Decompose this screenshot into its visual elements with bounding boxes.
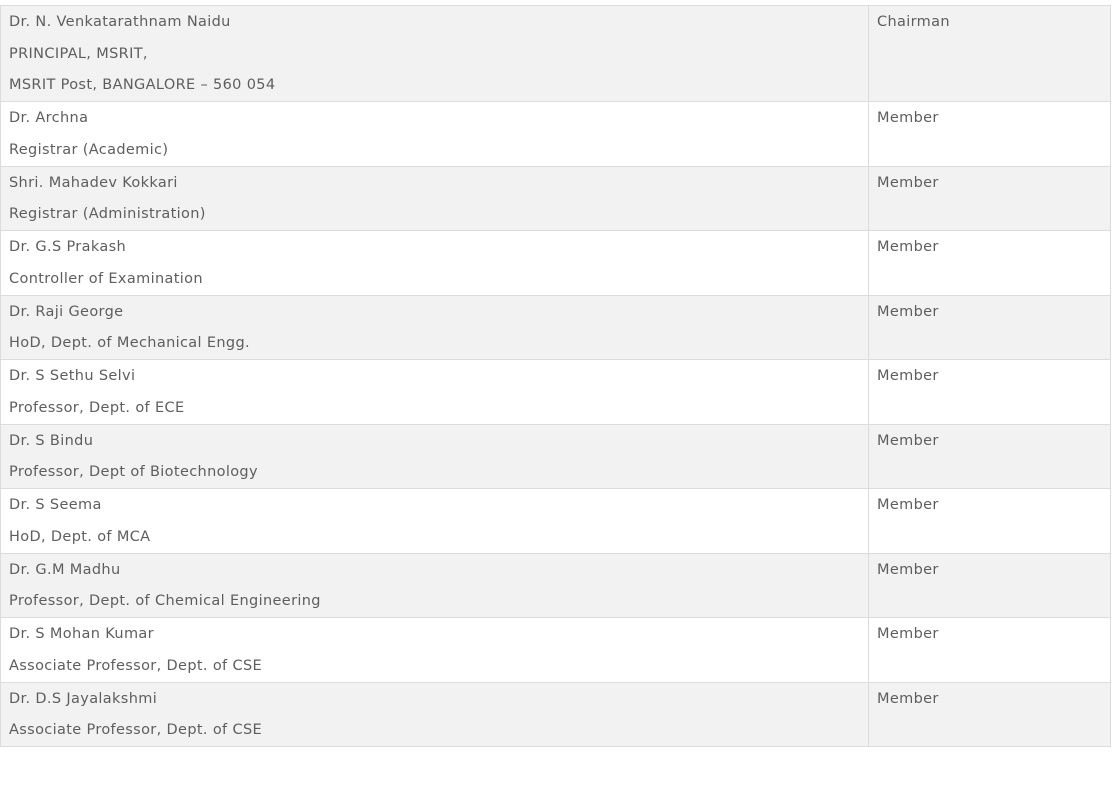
member-designation: Professor, Dept of Biotechnology: [9, 464, 258, 480]
member-details-cell: Dr. Archna Registrar (Academic): [0, 101, 869, 167]
member-designation: Professor, Dept. of Chemical Engineering: [9, 593, 321, 609]
member-name: Dr. S Mohan Kumar: [9, 626, 154, 642]
member-role-cell: Member: [868, 101, 1111, 167]
member-name: Dr. G.M Madhu: [9, 561, 121, 578]
table-row: Shri. Mahadev Kokkari Registrar (Adminis…: [0, 165, 1111, 231]
table-row: Dr. S Mohan Kumar Associate Professor, D…: [0, 617, 1111, 683]
table-row: Dr. G.M Madhu Professor, Dept. of Chemic…: [0, 552, 1111, 618]
member-role: Member: [877, 690, 939, 707]
member-name: Dr. D.S Jayalakshmi: [9, 690, 158, 707]
member-designation: Professor, Dept. of ECE: [9, 399, 185, 416]
member-role-cell: Member: [868, 681, 1111, 747]
member-name: Dr. Raji George: [9, 303, 124, 320]
member-role-cell: Member: [868, 359, 1111, 425]
member-role-cell: Chairman: [868, 5, 1111, 102]
member-role: Member: [877, 239, 939, 255]
member-name: Shri. Mahadev Kokkari: [9, 174, 178, 191]
member-details-cell: Shri. Mahadev Kokkari Registrar (Adminis…: [0, 165, 869, 231]
member-role-cell: Member: [868, 617, 1111, 683]
member-designation: Associate Professor, Dept. of CSE: [9, 657, 263, 674]
member-role: Member: [877, 626, 939, 642]
member-details-cell: Dr. Raji George HoD, Dept. of Mechanical…: [0, 294, 869, 360]
member-role-cell: Member: [868, 230, 1111, 296]
member-role: Member: [877, 432, 939, 449]
member-role-cell: Member: [868, 552, 1111, 618]
member-role: Chairman: [877, 14, 950, 30]
member-role: Member: [877, 174, 939, 191]
member-designation: Associate Professor, Dept. of CSE: [9, 722, 263, 738]
table-row: Dr. D.S Jayalakshmi Associate Professor,…: [0, 681, 1111, 747]
member-role: Member: [877, 561, 939, 578]
member-role-cell: Member: [868, 488, 1111, 554]
table-row: Dr. S Sethu Selvi Professor, Dept. of EC…: [0, 359, 1111, 425]
member-role: Member: [877, 303, 939, 320]
member-name: Dr. S Bindu: [9, 432, 94, 449]
member-role-cell: Member: [868, 423, 1111, 489]
member-address: MSRIT Post, BANGALORE – 560 054: [9, 77, 276, 93]
member-designation: PRINCIPAL, MSRIT,: [9, 45, 148, 62]
member-role: Member: [877, 110, 939, 126]
member-designation: Registrar (Academic): [9, 141, 169, 158]
member-name: Dr. N. Venkatarathnam Naidu: [9, 14, 231, 30]
committee-table: Dr. N. Venkatarathnam Naidu PRINCIPAL, M…: [0, 5, 1111, 747]
member-details-cell: Dr. S Mohan Kumar Associate Professor, D…: [0, 617, 869, 683]
table-row: Dr. Raji George HoD, Dept. of Mechanical…: [0, 294, 1111, 360]
table-row: Dr. S Seema HoD, Dept. of MCA Member: [0, 488, 1111, 554]
member-name: Dr. Archna: [9, 110, 89, 126]
member-details-cell: Dr. G.S Prakash Controller of Examinatio…: [0, 230, 869, 296]
table-row: Dr. Archna Registrar (Academic) Member: [0, 101, 1111, 167]
table-row: Dr. S Bindu Professor, Dept of Biotechno…: [0, 423, 1111, 489]
member-name: Dr. S Sethu Selvi: [9, 368, 136, 384]
member-designation: Controller of Examination: [9, 270, 203, 287]
member-designation: HoD, Dept. of MCA: [9, 528, 151, 545]
member-designation: Registrar (Administration): [9, 206, 206, 222]
member-details-cell: Dr. N. Venkatarathnam Naidu PRINCIPAL, M…: [0, 5, 869, 102]
table-row: Dr. G.S Prakash Controller of Examinatio…: [0, 230, 1111, 296]
member-role-cell: Member: [868, 294, 1111, 360]
member-details-cell: Dr. S Seema HoD, Dept. of MCA: [0, 488, 869, 554]
member-name: Dr. S Seema: [9, 497, 102, 513]
member-role: Member: [877, 497, 939, 513]
committee-table-container: Dr. N. Venkatarathnam Naidu PRINCIPAL, M…: [0, 5, 1111, 747]
member-details-cell: Dr. S Sethu Selvi Professor, Dept. of EC…: [0, 359, 869, 425]
member-designation: HoD, Dept. of Mechanical Engg.: [9, 335, 250, 351]
member-role-cell: Member: [868, 165, 1111, 231]
member-details-cell: Dr. S Bindu Professor, Dept of Biotechno…: [0, 423, 869, 489]
member-details-cell: Dr. D.S Jayalakshmi Associate Professor,…: [0, 681, 869, 747]
member-name: Dr. G.S Prakash: [9, 239, 127, 255]
member-details-cell: Dr. G.M Madhu Professor, Dept. of Chemic…: [0, 552, 869, 618]
member-role: Member: [877, 368, 939, 384]
table-row: Dr. N. Venkatarathnam Naidu PRINCIPAL, M…: [0, 5, 1111, 102]
